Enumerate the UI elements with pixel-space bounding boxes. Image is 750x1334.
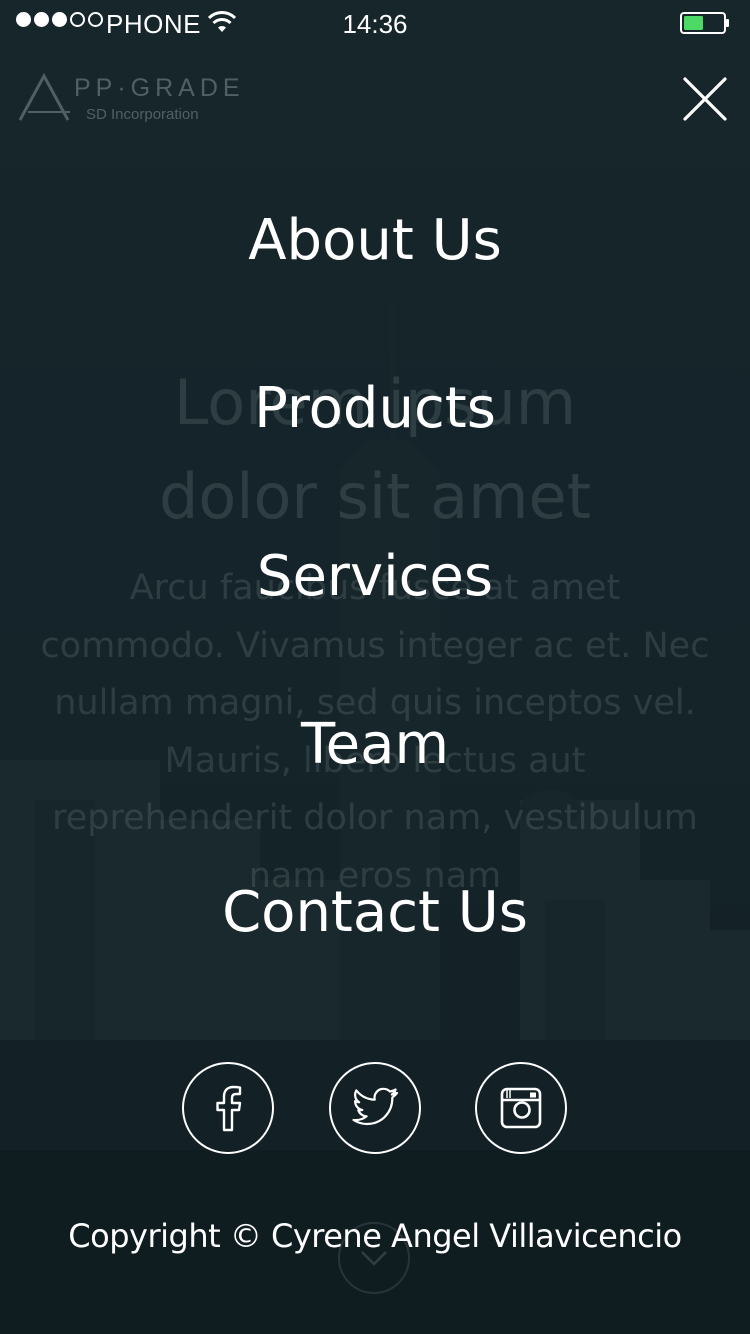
menu-item-team[interactable]: Team: [0, 710, 750, 780]
copyright-text: Copyright © Cyrene Angel Villavicencio: [68, 1217, 682, 1255]
menu-item-about-us[interactable]: About Us: [0, 206, 750, 276]
menu-overlay-screen: PP·GRADE SD Incorporation Lorem ipsum do…: [0, 0, 750, 1334]
facebook-button[interactable]: [182, 1062, 274, 1154]
logo-main-text: PP·GRADE: [74, 74, 245, 102]
status-time: 14:36: [342, 9, 408, 39]
brand-logo: PP·GRADE SD Incorporation: [18, 72, 240, 128]
menu-item-services[interactable]: Services: [0, 542, 750, 612]
logo-sub-text: SD Incorporation: [86, 106, 199, 123]
status-bar: PHONE 14:36: [0, 0, 750, 48]
twitter-icon: [352, 1087, 399, 1126]
menu-item-products[interactable]: Products: [0, 374, 750, 444]
instagram-icon: [500, 1087, 542, 1129]
facebook-icon: [216, 1085, 242, 1132]
close-icon: [683, 77, 727, 121]
logo-a-icon: [18, 72, 70, 121]
battery-icon: [680, 12, 729, 34]
instagram-button[interactable]: [475, 1062, 567, 1154]
close-button[interactable]: [676, 70, 734, 128]
twitter-button[interactable]: [329, 1062, 421, 1154]
menu-item-contact-us[interactable]: Contact Us: [0, 878, 750, 948]
